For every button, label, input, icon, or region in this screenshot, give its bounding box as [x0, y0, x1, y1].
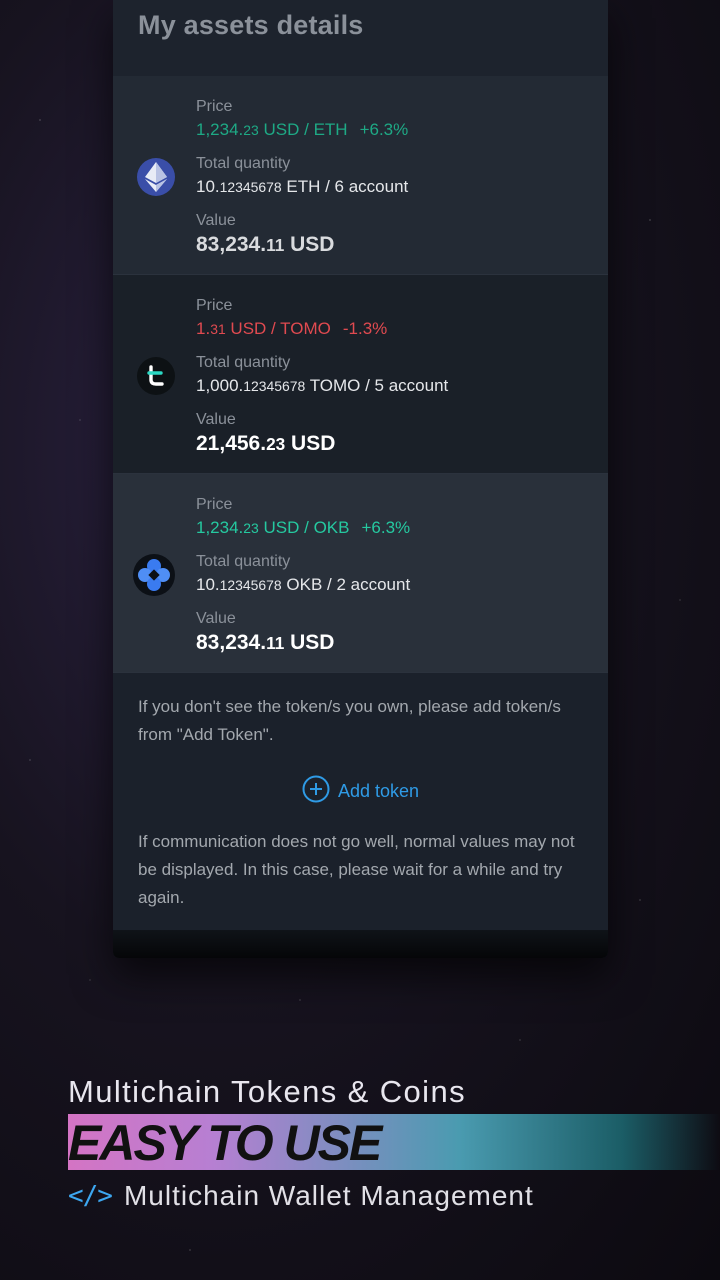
price-label: Price	[196, 98, 233, 115]
asset-row-eth[interactable]: Price 1,234.23 USD / ETH +6.3% Total quan…	[113, 76, 608, 275]
price-change: +6.3%	[361, 518, 411, 537]
price-label: Price	[196, 297, 233, 314]
value-label: Value	[196, 411, 236, 428]
promo-headline: Multichain Tokens & Coins	[68, 1074, 466, 1109]
okb-icon	[133, 554, 175, 596]
add-token-hint: If you don't see the token/s you own, pl…	[138, 697, 561, 744]
notes-section: If you don't see the token/s you own, pl…	[113, 673, 608, 912]
value-label: Value	[196, 212, 236, 229]
page-title: My assets details	[138, 10, 364, 40]
app-header: My assets details	[113, 0, 608, 76]
price-value: 1,234.23 USD / ETH +6.3%	[196, 120, 409, 139]
total-value: 83,234.11 USD	[196, 631, 335, 654]
plus-circle-icon	[302, 775, 330, 808]
add-token-label: Add token	[337, 781, 420, 801]
asset-list[interactable]: Price 1,234.23 USD / ETH +6.3% Total quan…	[113, 76, 608, 673]
quantity-label: Total quantity	[196, 155, 291, 172]
promo-subline-text: Multichain Wallet Management	[123, 1180, 534, 1211]
total-value: 21,456.23 USD	[196, 432, 336, 455]
promo-banner: EASY TO USE	[68, 1114, 720, 1171]
price-change: +6.3%	[359, 120, 409, 139]
quantity-label: Total quantity	[196, 553, 291, 570]
quantity-value: 1,000.12345678 TOMO / 5 account	[196, 376, 449, 395]
price-value: 1,234.23 USD / OKB +6.3%	[196, 518, 411, 537]
promo-section: Multichain Tokens & Coins EASY TO USE </…	[68, 1070, 720, 1212]
tomochain-icon	[137, 357, 175, 395]
asset-row-okb[interactable]: Price 1,234.23 USD / OKB +6.3% Total quan…	[113, 474, 608, 673]
code-icon: </>	[68, 1181, 113, 1211]
add-token-button[interactable]: Add token	[138, 775, 583, 808]
value-label: Value	[196, 610, 236, 627]
quantity-value: 10.12345678 OKB / 2 account	[196, 575, 411, 594]
quantity-value: 10.12345678 ETH / 6 account	[196, 177, 409, 196]
communication-hint: If communication does not go well, norma…	[138, 832, 575, 907]
promo-subline: </> Multichain Wallet Management	[68, 1180, 720, 1212]
price-value: 1.31 USD / TOMO -1.3%	[196, 319, 388, 338]
ethereum-icon	[137, 158, 175, 196]
quantity-label: Total quantity	[196, 354, 291, 371]
asset-row-tomo[interactable]: Price 1.31 USD / TOMO -1.3% Total quantit…	[113, 275, 608, 474]
price-change: -1.3%	[342, 319, 388, 338]
promo-banner-text: EASY TO USE	[68, 1115, 382, 1171]
phone-screen: My assets details Price 1,234.23 USD / E…	[113, 0, 608, 958]
total-value: 83,234.11 USD	[196, 233, 335, 256]
price-label: Price	[196, 496, 233, 513]
